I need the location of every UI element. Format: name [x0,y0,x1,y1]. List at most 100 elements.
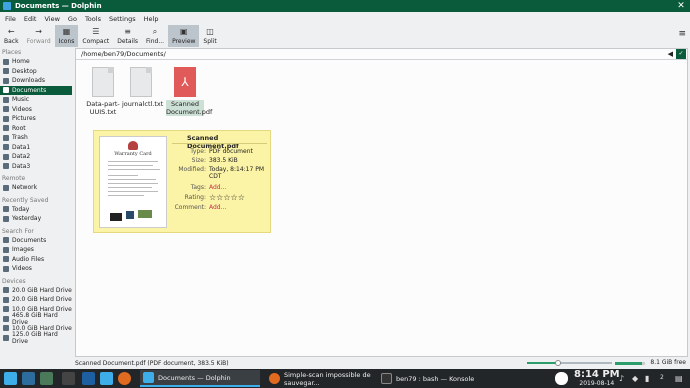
sidebar-item-desktop[interactable]: Desktop [0,67,72,77]
preview-button[interactable]: ▣ Preview [168,25,200,47]
hard-drive-icon [3,325,9,332]
details-view-button[interactable]: ≡ Details [113,25,142,47]
hard-drive-icon [3,334,9,341]
audio-icon [3,256,9,263]
task-dolphin[interactable]: Documents — Dolphin [140,370,260,387]
menu-file[interactable]: File [5,15,16,23]
drive-icon [3,144,9,151]
menu-go[interactable]: Go [68,15,77,23]
sidebar-item-device[interactable]: 20.0 GiB Hard Drive [0,295,72,305]
sidebar-item-root[interactable]: Root [0,124,72,134]
location-path[interactable]: /home/ben79/Documents/ [81,50,166,58]
sidebar-item-home[interactable]: Home [0,57,72,67]
file-item[interactable]: Data-part-UUIS.txt [84,67,122,116]
dolphin-icon [143,372,154,383]
sidebar-item-data2[interactable]: Data2 [0,152,72,162]
text-file-icon [92,67,114,97]
sidebar-item-search-images[interactable]: Images [0,245,72,255]
power-icon[interactable] [555,372,568,385]
go-icon[interactable]: ✓ [676,49,686,59]
tooltip-tags-row: Tags: Add... [172,184,269,191]
volume-icon[interactable]: ♪ [619,374,624,383]
dolphin-launcher-icon[interactable] [82,372,95,385]
compact-view-button[interactable]: ☰ Compact [78,25,113,47]
menu-edit[interactable]: Edit [24,15,37,23]
hard-drive-icon [3,287,9,294]
zoom-slider-handle[interactable] [555,360,561,366]
task-firefox[interactable]: Simple-scan impossible de sauvegar... [266,370,390,387]
file-item[interactable]: journalctl.txt [122,67,163,108]
file-item[interactable]: ⅄ Scanned Document.pdf [166,67,213,116]
desktop-pager-icon[interactable] [22,372,35,385]
firefox-icon[interactable] [118,372,131,385]
location-bar[interactable]: /home/ben79/Documents/ ◀ ✓ [76,49,687,60]
terminal-icon[interactable] [62,372,75,385]
sidebar-item-data3[interactable]: Data3 [0,162,72,172]
desktop-number[interactable]: 2 [660,374,664,381]
sidebar-item-downloads[interactable]: Downloads [0,76,72,86]
menu-help[interactable]: Help [144,15,159,23]
add-tags-link[interactable]: Add... [209,184,269,191]
clipboard-icon[interactable]: ▤ [675,374,683,383]
sidebar-item-search-audio[interactable]: Audio Files [0,255,72,265]
sidebar-item-videos[interactable]: Videos [0,105,72,115]
rating-stars[interactable]: ☆☆☆☆☆ [209,194,269,202]
dolphin-window: Documents — Dolphin ✕ File Edit View Go … [0,0,690,368]
hard-drive-icon [3,306,9,313]
sidebar-item-network[interactable]: Network [0,183,72,193]
sidebar-item-pictures[interactable]: Pictures [0,114,72,124]
menu-view[interactable]: View [44,15,59,23]
app-launcher-icon[interactable] [4,372,17,385]
forward-button[interactable]: → Forward [23,25,55,47]
dolphin-app-icon [3,2,11,10]
sidebar-item-search-videos[interactable]: Videos [0,264,72,274]
calendar-icon [3,206,9,213]
sidebar-item-documents[interactable]: Documents [0,85,72,95]
sidebar-item-trash[interactable]: Trash [0,133,72,143]
compact-list-icon: ☰ [92,27,100,36]
battery-icon[interactable]: ▮ [645,374,649,383]
pdf-file-icon: ⅄ [174,67,196,97]
status-bar: Scanned Document.pdf (PDF document, 383.… [75,358,688,368]
task-konsole[interactable]: ben79 : bash — Konsole [378,370,490,387]
title-bar[interactable]: Documents — Dolphin ✕ [0,0,690,12]
sidebar-item-device[interactable]: 125.0 GiB Hard Drive [0,331,72,345]
sidebar-item-device[interactable]: 465.8 GiB Hard Drive [0,312,72,326]
hard-drive-icon [3,296,9,303]
sidebar-item-today[interactable]: Today [0,205,72,215]
pictures-icon [3,115,9,122]
places-header: Places [2,49,22,56]
sidebar-item-music[interactable]: Music [0,95,72,105]
hamburger-menu-icon[interactable]: ≡ [678,29,686,39]
recent-header: Recently Saved [2,196,49,204]
tooltip-modified-row: Modified: Today, 8:14:17 PM CDT [178,166,264,180]
clear-location-icon[interactable]: ◀ [668,50,673,58]
root-folder-icon [3,125,9,132]
tooltip-comment-row: Comment: Add... [172,204,269,211]
video-icon [3,265,9,272]
menu-tools[interactable]: Tools [85,15,101,23]
back-button[interactable]: ← Back [0,25,23,47]
sidebar-item-search-documents[interactable]: Documents [0,236,72,246]
tooltip-type-row: Type: PDF document [190,148,253,155]
music-icon [3,96,9,103]
tooltip-rating-row: Rating: ☆☆☆☆☆ [172,194,269,202]
sidebar-item-data1[interactable]: Data1 [0,143,72,153]
zoom-slider[interactable] [527,362,612,364]
sidebar-item-yesterday[interactable]: Yesterday [0,214,72,224]
file-name: Data-part-UUIS.txt [86,100,120,116]
clock[interactable]: 8:14 PM 2019-08-14 [574,370,620,388]
add-comment-link[interactable]: Add... [209,204,269,211]
sidebar-item-device[interactable]: 20.0 GiB Hard Drive [0,286,72,296]
taskbar: Documents — Dolphin Simple-scan impossib… [0,369,690,388]
system-monitor-icon[interactable] [40,372,53,385]
icons-view-button[interactable]: ▦ Icons [54,25,79,47]
file-manager-icon[interactable] [100,372,113,385]
menu-settings[interactable]: Settings [109,15,136,23]
split-button[interactable]: ◫ Split [199,25,220,47]
file-name: Scanned Document.pdf [166,100,213,116]
notifications-icon[interactable]: ◆ [632,374,638,383]
status-text: Scanned Document.pdf (PDF document, 383.… [75,359,229,367]
close-icon[interactable]: ✕ [676,1,686,11]
find-button[interactable]: ⌕ Find... [142,25,168,47]
